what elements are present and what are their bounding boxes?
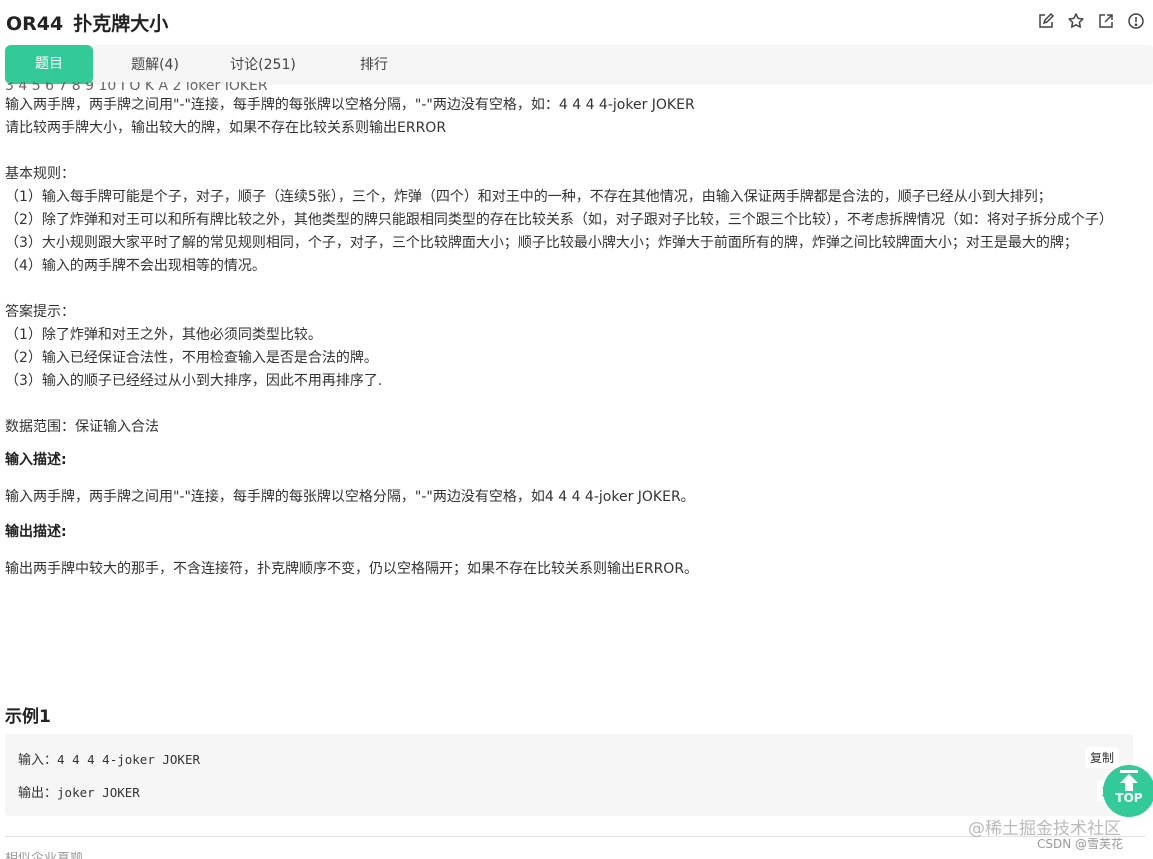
watermark-csdn: CSDN @雪芙花 <box>1037 837 1124 851</box>
tab-problem[interactable]: 题目 <box>5 45 93 84</box>
problem-title: 扑克牌大小 <box>73 13 169 35</box>
rules-title: 基本规则： <box>5 166 75 182</box>
arrow-up-icon <box>1117 770 1141 792</box>
problem-id: OR44 <box>6 13 64 35</box>
back-to-top-button[interactable]: TOP <box>1103 765 1153 817</box>
page-title: OR44 扑克牌大小 <box>6 9 168 36</box>
star-icon[interactable] <box>1067 12 1085 30</box>
report-icon[interactable] <box>1127 12 1145 30</box>
hint-item: （2）输入已经保证合法性，不用检查输入是否是合法的牌。 <box>5 350 378 366</box>
partial-text-line: 3 4 5 6 7 8 9 10 J Q K A 2 joker JOKER <box>5 82 268 90</box>
partial-section-heading: 相似企业真题 <box>5 852 83 859</box>
example-input-label: 输入： <box>18 753 58 768</box>
input-desc-title: 输入描述: <box>5 452 67 468</box>
example-output-value: joker JOKER <box>57 785 140 800</box>
problem-content: 3 4 5 6 7 8 9 10 J Q K A 2 joker JOKER 输… <box>5 82 1148 581</box>
rule-item: （4）输入的两手牌不会出现相等的情况。 <box>5 258 266 274</box>
hint-item: （3）输入的顺子已经经过从小到大排序，因此不用再排序了. <box>5 373 383 389</box>
tab-discussion[interactable]: 讨论(251) <box>217 45 309 85</box>
example-output-row: 输出：joker JOKER <box>18 782 140 801</box>
tab-ranking[interactable]: 排行 <box>319 45 429 85</box>
tab-solutions[interactable]: 题解(4) <box>99 45 211 85</box>
hint-item: （1）除了炸弹和对王之外，其他必须同类型比较。 <box>5 327 322 343</box>
external-link-icon[interactable] <box>1097 12 1115 30</box>
back-to-top-label: TOP <box>1115 791 1143 805</box>
output-desc-text: 输出两手牌中较大的那手，不含连接符，扑克牌顺序不变，仍以空格隔开；如果不存在比较… <box>5 561 699 577</box>
rule-item: （2）除了炸弹和对王可以和所有牌比较之外，其他类型的牌只能跟相同类型的存在比较关… <box>5 212 1113 228</box>
title-bar: OR44 扑克牌大小 <box>0 0 1153 44</box>
title-actions <box>1037 12 1145 30</box>
hints-title: 答案提示： <box>5 304 75 320</box>
output-desc-title: 输出描述: <box>5 524 67 540</box>
example-output-label: 输出： <box>18 786 58 801</box>
description-line: 请比较两手牌大小，输出较大的牌，如果不存在比较关系则输出ERROR <box>5 120 447 136</box>
example-title: 示例1 <box>5 707 51 727</box>
example-input-value: 4 4 4 4-joker JOKER <box>57 752 201 767</box>
data-range: 数据范围：保证输入合法 <box>5 419 159 435</box>
example-box: 输入：4 4 4 4-joker JOKER 复制 输出：joker JOKER… <box>5 734 1133 816</box>
tab-bar: 题目 题解(4) 讨论(251) 排行 <box>5 45 1153 85</box>
example-input-row: 输入：4 4 4 4-joker JOKER <box>18 749 200 768</box>
rule-item: （3）大小规则跟大家平时了解的常见规则相同，个子，对子，三个比较牌面大小；顺子比… <box>5 235 1078 251</box>
edit-icon[interactable] <box>1037 12 1055 30</box>
input-desc-text: 输入两手牌，两手牌之间用"-"连接，每手牌的每张牌以空格分隔，"-"两边没有空格… <box>5 489 695 505</box>
rule-item: （1）输入每手牌可能是个子，对子，顺子（连续5张），三个，炸弹（四个）和对王中的… <box>5 189 1052 205</box>
description-line: 输入两手牌，两手牌之间用"-"连接，每手牌的每张牌以空格分隔，"-"两边没有空格… <box>5 97 695 113</box>
copy-input-button[interactable]: 复制 <box>1084 747 1119 768</box>
